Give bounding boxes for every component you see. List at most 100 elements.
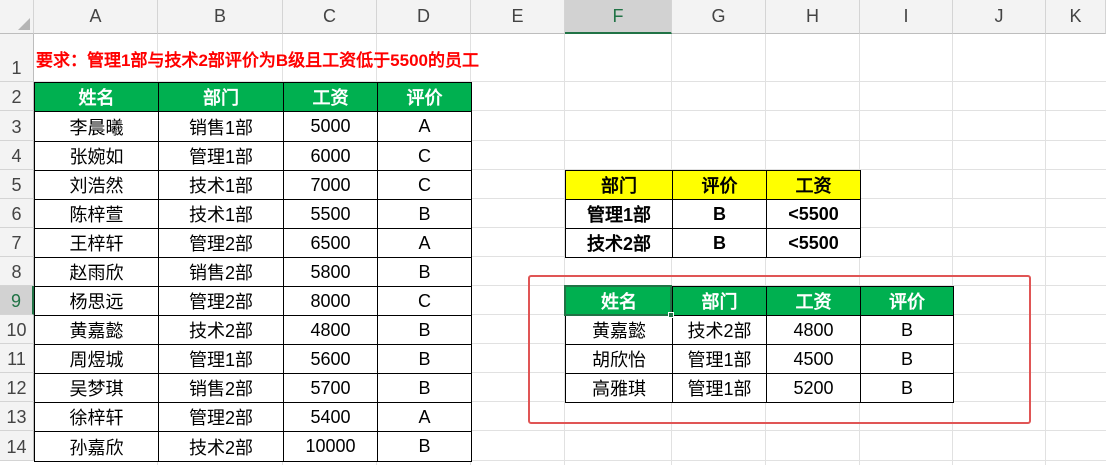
row-header-13[interactable]: 13 bbox=[0, 402, 34, 431]
data-table-cell[interactable]: 销售2部 bbox=[158, 257, 284, 287]
data-table-header-cell[interactable]: 部门 bbox=[158, 82, 284, 112]
row-header-10[interactable]: 10 bbox=[0, 315, 34, 344]
data-table-cell[interactable]: 5600 bbox=[283, 344, 378, 374]
data-table-cell[interactable]: 李晨曦 bbox=[34, 111, 159, 142]
data-table-cell[interactable]: 吴梦琪 bbox=[34, 373, 159, 403]
data-table-header-cell[interactable]: 评价 bbox=[377, 82, 472, 112]
data-table-cell[interactable]: C bbox=[377, 286, 472, 316]
row-header-6[interactable]: 6 bbox=[0, 199, 34, 228]
data-table-cell[interactable]: A bbox=[377, 228, 472, 258]
data-table-cell[interactable]: 管理1部 bbox=[158, 141, 284, 171]
data-table-cell[interactable]: B bbox=[377, 344, 472, 374]
row-header-7[interactable]: 7 bbox=[0, 228, 34, 257]
result-table-header-cell[interactable]: 姓名 bbox=[565, 286, 673, 316]
criteria-table-cell[interactable]: 管理1部 bbox=[565, 199, 673, 229]
data-table-cell[interactable]: B bbox=[377, 315, 472, 345]
result-table-header-cell[interactable]: 部门 bbox=[672, 286, 767, 316]
data-table-cell[interactable]: 技术1部 bbox=[158, 170, 284, 200]
data-table-cell[interactable]: B bbox=[377, 431, 472, 462]
data-table-cell[interactable]: C bbox=[377, 141, 472, 171]
data-table-cell[interactable]: 赵雨欣 bbox=[34, 257, 159, 287]
column-header-k[interactable]: K bbox=[1046, 0, 1106, 34]
data-table-cell[interactable]: 管理2部 bbox=[158, 402, 284, 432]
result-table-cell[interactable]: 4500 bbox=[766, 344, 861, 374]
result-table-cell[interactable]: 5200 bbox=[766, 373, 861, 403]
row-header-9[interactable]: 9 bbox=[0, 286, 34, 315]
result-table-cell[interactable]: B bbox=[860, 373, 954, 403]
row-header-2[interactable]: 2 bbox=[0, 82, 34, 111]
criteria-table-cell[interactable]: B bbox=[672, 228, 767, 258]
result-table-header-cell[interactable]: 评价 bbox=[860, 286, 954, 316]
data-table-cell[interactable]: 5800 bbox=[283, 257, 378, 287]
criteria-table-header-cell[interactable]: 评价 bbox=[672, 170, 767, 200]
column-header-a[interactable]: A bbox=[34, 0, 158, 34]
column-header-c[interactable]: C bbox=[283, 0, 377, 34]
data-table-cell[interactable]: B bbox=[377, 199, 472, 229]
data-table-cell[interactable]: A bbox=[377, 111, 472, 142]
column-header-d[interactable]: D bbox=[377, 0, 471, 34]
data-table-cell[interactable]: 王梓轩 bbox=[34, 228, 159, 258]
data-table-cell[interactable]: 周煜城 bbox=[34, 344, 159, 374]
column-header-g[interactable]: G bbox=[672, 0, 766, 34]
criteria-table-header-cell[interactable]: 工资 bbox=[766, 170, 861, 200]
column-header-j[interactable]: J bbox=[953, 0, 1046, 34]
result-table-cell[interactable]: 管理1部 bbox=[672, 344, 767, 374]
result-table-cell[interactable]: B bbox=[860, 344, 954, 374]
criteria-table-header-cell[interactable]: 部门 bbox=[565, 170, 673, 200]
row-header-11[interactable]: 11 bbox=[0, 344, 34, 373]
column-header-i[interactable]: I bbox=[860, 0, 953, 34]
row-header-8[interactable]: 8 bbox=[0, 257, 34, 286]
data-table-cell[interactable]: 管理2部 bbox=[158, 286, 284, 316]
data-table-cell[interactable]: 5400 bbox=[283, 402, 378, 432]
data-table-cell[interactable]: 4800 bbox=[283, 315, 378, 345]
result-table-cell[interactable]: 黄嘉懿 bbox=[565, 315, 673, 345]
data-table-cell[interactable]: 张婉如 bbox=[34, 141, 159, 171]
data-table-cell[interactable]: 5500 bbox=[283, 199, 378, 229]
result-table-cell[interactable]: 技术2部 bbox=[672, 315, 767, 345]
data-table-cell[interactable]: 黄嘉懿 bbox=[34, 315, 159, 345]
data-table-cell[interactable]: 徐梓轩 bbox=[34, 402, 159, 432]
data-table-cell[interactable]: 管理2部 bbox=[158, 228, 284, 258]
data-table-cell[interactable]: 6500 bbox=[283, 228, 378, 258]
data-table-cell[interactable]: C bbox=[377, 170, 472, 200]
row-header-3[interactable]: 3 bbox=[0, 111, 34, 141]
criteria-table-cell[interactable]: <5500 bbox=[766, 228, 861, 258]
row-header-1[interactable]: 1 bbox=[0, 34, 34, 82]
column-header-h[interactable]: H bbox=[766, 0, 860, 34]
row-header-12[interactable]: 12 bbox=[0, 373, 34, 402]
column-header-f[interactable]: F bbox=[565, 0, 672, 34]
result-table-cell[interactable]: 胡欣怡 bbox=[565, 344, 673, 374]
row-header-4[interactable]: 4 bbox=[0, 141, 34, 170]
data-table-cell[interactable]: 销售1部 bbox=[158, 111, 284, 142]
data-table-cell[interactable]: 7000 bbox=[283, 170, 378, 200]
row-header-14[interactable]: 14 bbox=[0, 431, 34, 461]
result-table-cell[interactable]: 高雅琪 bbox=[565, 373, 673, 403]
data-table-header-cell[interactable]: 工资 bbox=[283, 82, 378, 112]
fill-handle[interactable] bbox=[668, 312, 674, 318]
data-table-cell[interactable]: 技术2部 bbox=[158, 315, 284, 345]
data-table-cell[interactable]: 孙嘉欣 bbox=[34, 431, 159, 462]
data-table-cell[interactable]: 6000 bbox=[283, 141, 378, 171]
result-table-cell[interactable]: 管理1部 bbox=[672, 373, 767, 403]
data-table-cell[interactable]: 管理1部 bbox=[158, 344, 284, 374]
result-table-cell[interactable]: B bbox=[860, 315, 954, 345]
data-table-cell[interactable]: 技术1部 bbox=[158, 199, 284, 229]
column-header-e[interactable]: E bbox=[471, 0, 565, 34]
data-table-cell[interactable]: 5000 bbox=[283, 111, 378, 142]
criteria-table-cell[interactable]: B bbox=[672, 199, 767, 229]
criteria-table-cell[interactable]: 技术2部 bbox=[565, 228, 673, 258]
data-table-cell[interactable]: 技术2部 bbox=[158, 431, 284, 462]
data-table-cell[interactable]: A bbox=[377, 402, 472, 432]
data-table-cell[interactable]: 8000 bbox=[283, 286, 378, 316]
data-table-cell[interactable]: 刘浩然 bbox=[34, 170, 159, 200]
data-table-cell[interactable]: 陈梓萱 bbox=[34, 199, 159, 229]
data-table-cell[interactable]: 10000 bbox=[283, 431, 378, 462]
select-all-corner[interactable] bbox=[0, 0, 34, 34]
data-table-cell[interactable]: 销售2部 bbox=[158, 373, 284, 403]
data-table-cell[interactable]: 杨思远 bbox=[34, 286, 159, 316]
criteria-table-cell[interactable]: <5500 bbox=[766, 199, 861, 229]
data-table-cell[interactable]: B bbox=[377, 373, 472, 403]
column-header-b[interactable]: B bbox=[158, 0, 283, 34]
row-header-5[interactable]: 5 bbox=[0, 170, 34, 199]
result-table-cell[interactable]: 4800 bbox=[766, 315, 861, 345]
